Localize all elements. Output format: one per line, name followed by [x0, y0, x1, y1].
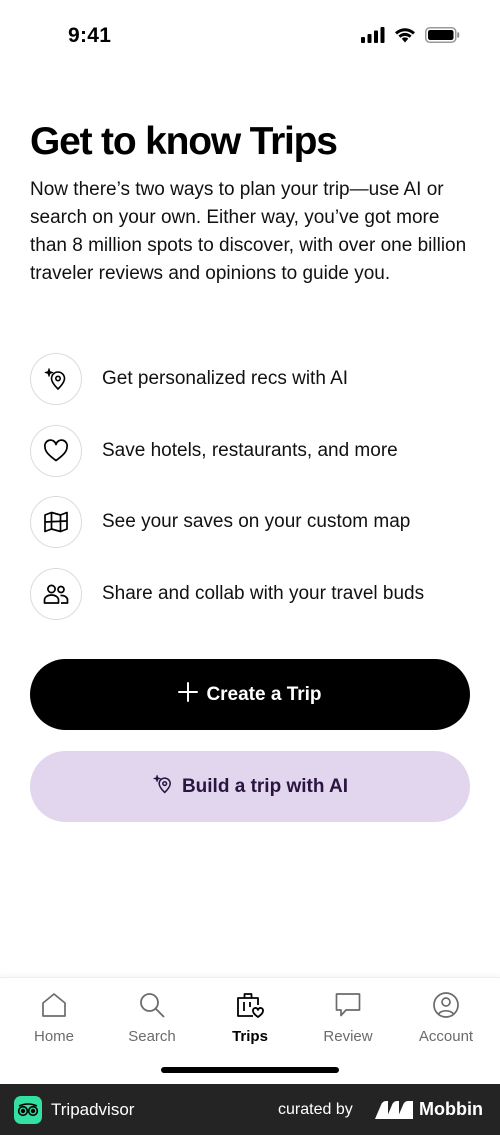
review-icon — [334, 991, 362, 1019]
footer-curated-by: curated by — [278, 1101, 353, 1118]
intro-text: Now there’s two ways to plan your trip—u… — [30, 179, 467, 284]
wifi-icon — [394, 27, 416, 48]
create-trip-button[interactable]: Create a Trip — [30, 659, 470, 730]
feature-item-save: Save hotels, restaurants, and more — [30, 424, 480, 477]
feature-item-share: Share and collab with your travel buds — [30, 567, 480, 620]
feature-label: Save hotels, restaurants, and more — [102, 439, 398, 461]
tab-search[interactable]: Search — [103, 978, 201, 1058]
sparkle-pin-icon — [30, 353, 82, 405]
people-icon — [30, 567, 82, 620]
create-trip-label: Create a Trip — [206, 683, 322, 705]
tab-home[interactable]: Home — [5, 978, 103, 1058]
tab-label: Home — [33, 1028, 74, 1045]
plus-icon — [178, 681, 199, 708]
map-icon — [30, 496, 82, 548]
footer-brand: Tripadvisor — [51, 1100, 135, 1119]
tab-label: Search — [128, 1028, 176, 1045]
battery-icon — [425, 27, 460, 48]
sparkle-pin-icon — [152, 773, 174, 801]
home-icon — [40, 991, 68, 1019]
tab-label: Review — [323, 1028, 373, 1045]
cellular-signal-icon — [361, 27, 385, 48]
tab-review[interactable]: Review — [299, 978, 397, 1058]
feature-label: See your saves on your custom map — [102, 511, 411, 532]
tab-trips[interactable]: Trips — [201, 978, 299, 1058]
feature-item-ai-recs: Get personalized recs with AI — [30, 353, 480, 405]
trips-icon — [235, 991, 265, 1019]
build-trip-ai-button[interactable]: Build a trip with AI — [30, 751, 470, 822]
feature-label: Share and collab with your travel buds — [102, 582, 425, 604]
status-time: 9:41 — [68, 24, 112, 47]
account-icon — [432, 991, 460, 1019]
attribution-footer: Tripadvisor curated by Mobbin — [0, 1084, 500, 1135]
build-trip-ai-label: Build a trip with AI — [181, 775, 349, 797]
footer-curator: Mobbin — [419, 1099, 483, 1119]
search-icon — [138, 991, 166, 1019]
tab-label: Account — [418, 1028, 474, 1045]
status-icons — [361, 27, 460, 48]
feature-label: Get personalized recs with AI — [102, 368, 349, 389]
page-title: Get to know Trips — [30, 120, 338, 163]
tab-label: Trips — [232, 1028, 268, 1045]
bottom-tab-bar: Home Search Trips Review Account — [0, 977, 500, 1084]
home-indicator — [161, 1067, 339, 1073]
heart-icon — [30, 424, 82, 477]
status-bar: 9:41 — [0, 0, 500, 76]
mobbin-logo-icon — [375, 1101, 413, 1124]
tab-account[interactable]: Account — [397, 978, 495, 1058]
feature-list: Get personalized recs with AI Save hotel… — [30, 353, 480, 639]
feature-item-map: See your saves on your custom map — [30, 496, 480, 548]
tripadvisor-logo-icon — [14, 1096, 42, 1124]
